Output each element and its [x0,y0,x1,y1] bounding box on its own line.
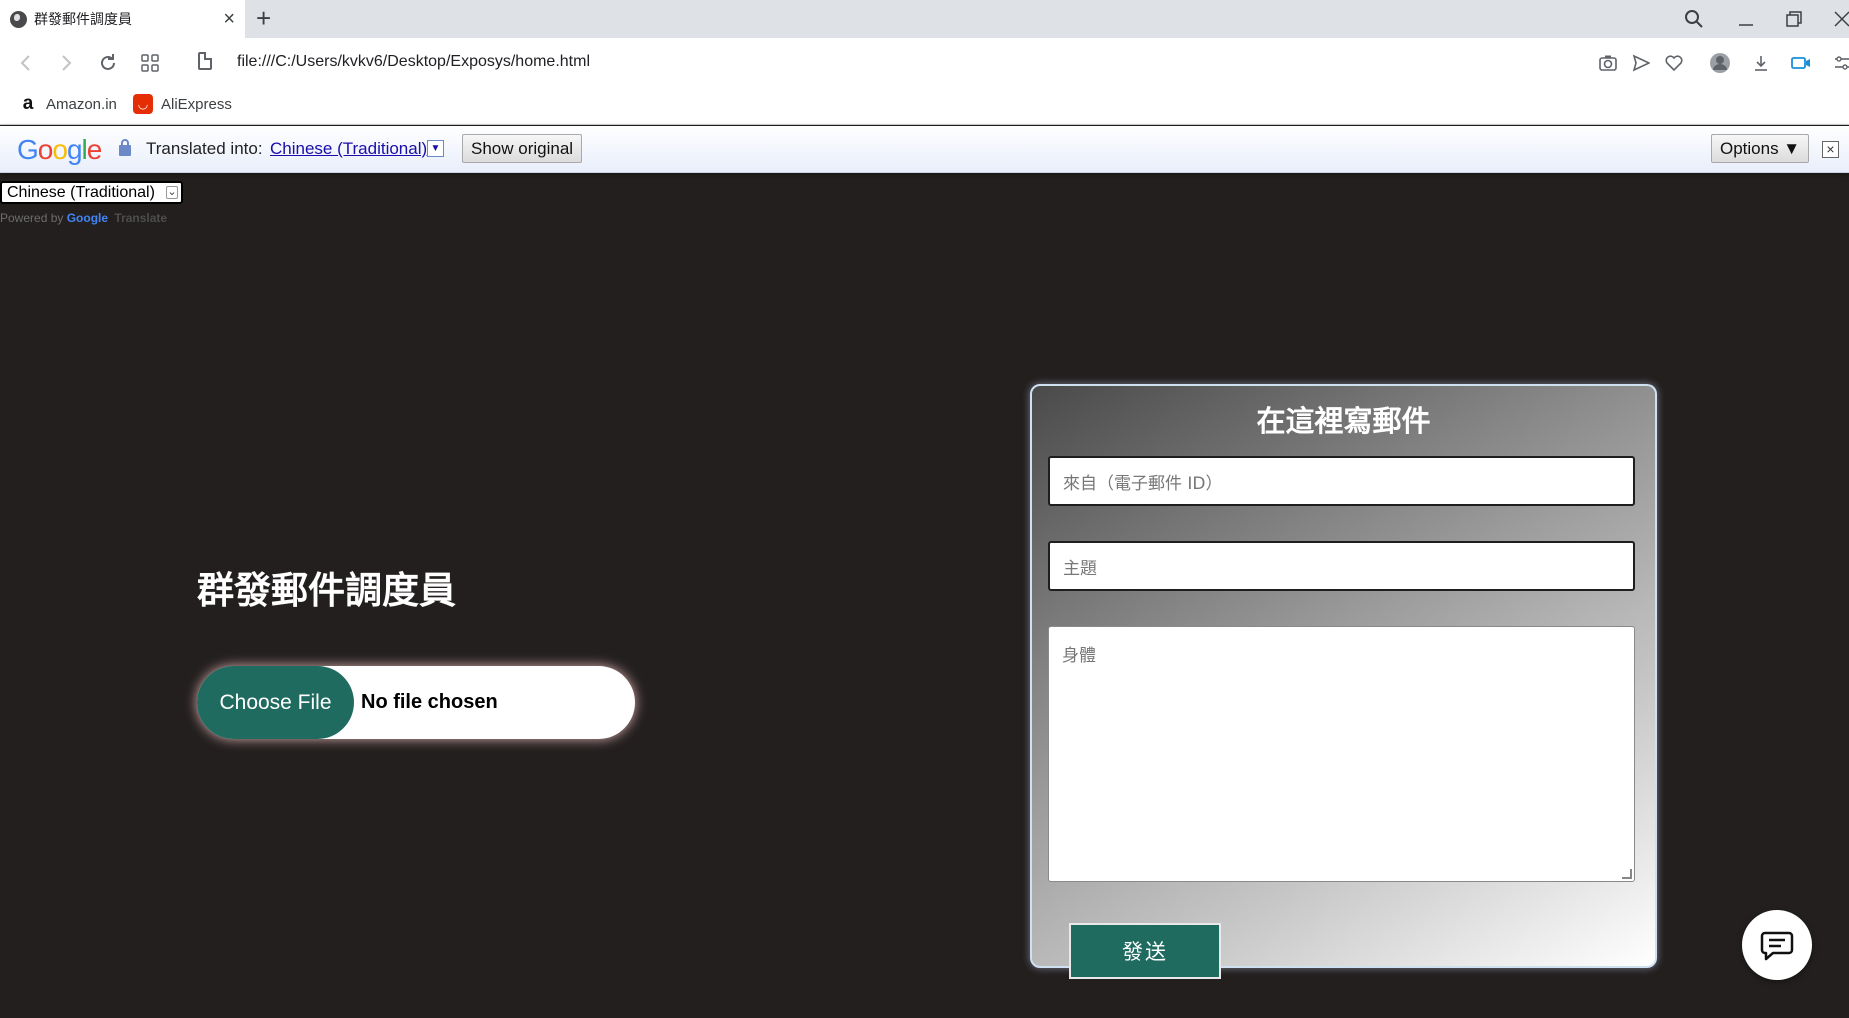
heart-icon[interactable] [1662,51,1686,75]
language-dropdown-icon[interactable]: ▼ [427,140,444,157]
video-popout-icon[interactable] [1789,51,1813,75]
address-bar[interactable]: file:///C:/Users/kvkv6/Desktop/Exposys/h… [237,53,590,71]
from-placeholder: 來自（電子郵件 ID） [1063,473,1223,494]
search-tabs-icon[interactable] [1684,0,1704,38]
close-window-icon[interactable] [1833,0,1849,38]
subject-placeholder: 主題 [1063,558,1097,579]
compose-card: 在這裡寫郵件 來自（電子郵件 ID） 主題 身體 發送 [1030,384,1657,979]
profile-avatar-icon[interactable] [1708,51,1732,75]
bookmark-amazon[interactable]: a Amazon.in [18,93,117,114]
tab-close-icon[interactable]: × [223,9,235,29]
show-original-button[interactable]: Show original [462,134,583,163]
choose-file-button[interactable]: Choose File [197,666,354,739]
forward-icon[interactable] [54,51,78,75]
new-tab-icon[interactable]: + [256,5,271,31]
file-page-icon [198,52,212,70]
back-icon[interactable] [14,51,38,75]
chat-icon [1760,931,1794,961]
language-select[interactable]: Chinese (Traditional) ⌄ [0,181,183,204]
resize-grip-icon[interactable] [1622,869,1632,879]
powered-google-logo: Google [66,211,109,225]
aliexpress-icon: ◡ [133,94,153,114]
downloads-icon[interactable] [1749,51,1773,75]
bookmark-label: Amazon.in [46,95,117,113]
lock-icon [119,139,131,156]
minimize-icon[interactable] [1737,0,1755,38]
browser-toolbar: file:///C:/Users/kvkv6/Desktop/Exposys/h… [0,38,1849,88]
send-button[interactable]: 發送 [1069,923,1221,979]
bookmarks-bar: a Amazon.in ◡ AliExpress [0,88,1849,125]
snapshot-icon[interactable] [1596,51,1620,75]
translated-into-label: Translated into: [146,139,263,158]
options-button[interactable]: Options ▼ [1711,134,1810,163]
body-placeholder: 身體 [1062,646,1096,666]
chat-widget-button[interactable] [1742,910,1812,980]
language-select-value: Chinese (Traditional) [7,183,155,201]
translate-bar-close-icon[interactable]: × [1822,141,1839,158]
google-logo: Google [17,134,102,165]
file-status-text: No file chosen [361,691,498,713]
restore-icon[interactable] [1785,0,1803,38]
powered-translate-link[interactable]: Translate [114,211,167,225]
reload-icon[interactable] [96,51,120,75]
bookmark-aliexpress[interactable]: ◡ AliExpress [133,94,232,114]
google-translate-bar: Google Translated into: Chinese (Traditi… [0,126,1849,173]
file-input[interactable]: Choose File No file chosen [197,666,635,739]
bookmark-label: AliExpress [161,95,232,113]
compose-title: 在這裡寫郵件 [1256,404,1431,438]
translated-language-link[interactable]: Chinese (Traditional) [270,139,427,159]
subject-input[interactable]: 主題 [1048,541,1635,591]
easy-setup-icon[interactable] [1830,51,1849,75]
globe-icon [10,10,27,28]
powered-by-google-translate: Powered by Google Translate [0,211,167,225]
send-page-icon[interactable] [1629,51,1653,75]
app-title: 群發郵件調度員 [197,569,456,612]
chevron-down-icon: ⌄ [166,186,178,199]
body-textarea[interactable]: 身體 [1048,626,1635,882]
from-email-input[interactable]: 來自（電子郵件 ID） [1048,456,1635,506]
speed-dial-icon[interactable] [138,51,162,75]
tab-title: 群發郵件調度員 [34,12,132,28]
tab-strip: 群發郵件調度員 × + [0,0,1849,38]
amazon-icon: a [22,93,34,114]
powered-by-label: Powered by [0,211,64,225]
browser-tab[interactable]: 群發郵件調度員 × [0,0,245,38]
